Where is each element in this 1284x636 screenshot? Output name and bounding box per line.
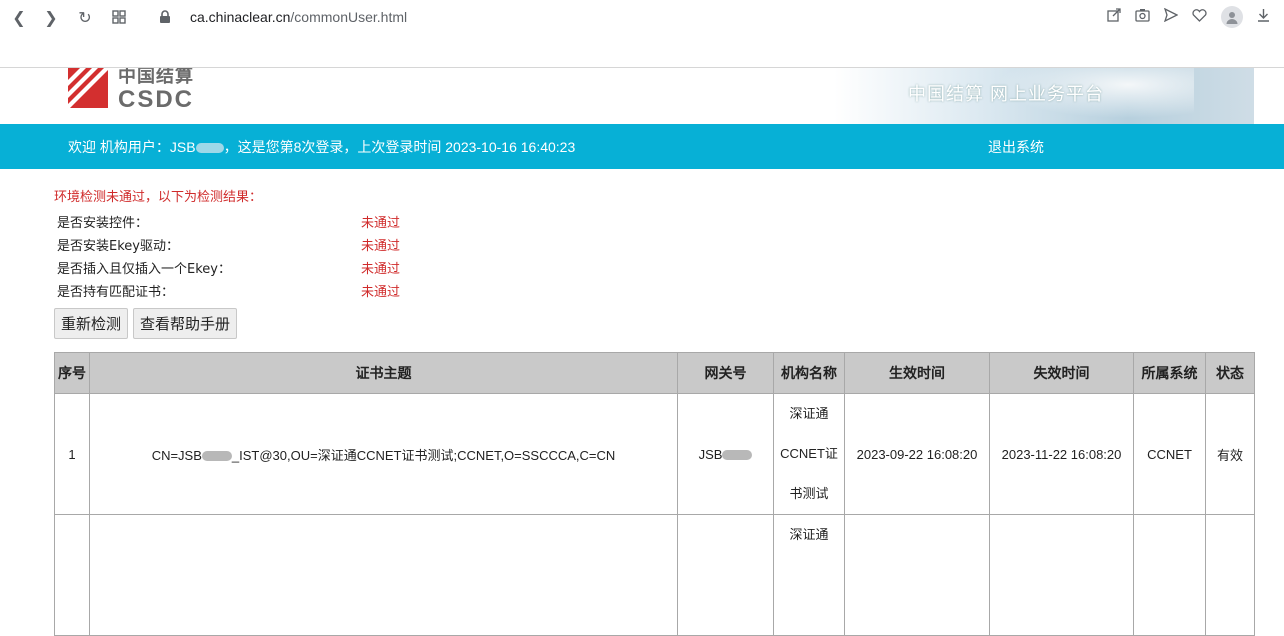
welcome-bar: 欢迎 机构用户：JSB ，这是您第8次登录，上次登录时间 2023-10-16 1… [0, 124, 1284, 169]
cell-subject [89, 514, 678, 636]
redacted-gateway [722, 450, 753, 461]
apps-grid-icon[interactable] [108, 6, 130, 28]
table-row[interactable]: 深证通 [54, 514, 1255, 636]
header-index: 序号 [54, 352, 90, 394]
gateway-prefix: JSB [698, 446, 723, 462]
check-value-ekey-inserted: 未通过 [361, 262, 401, 277]
header-subject: 证书主题 [89, 352, 678, 394]
download-icon[interactable] [1257, 8, 1270, 26]
check-value-control: 未通过 [361, 216, 401, 231]
check-value-certificate: 未通过 [361, 285, 401, 300]
header-org: 机构名称 [773, 352, 845, 394]
subject-suffix: _IST@30,OU=深证通CCNET证书测试;CCNET,O=SSCCCA,C… [231, 447, 616, 463]
cell-subject: CN=JSB _IST@30,OU=深证通CCNET证书测试;CCNET,O=SS… [89, 393, 678, 515]
logout-link[interactable]: 退出系统 [988, 137, 1044, 157]
table-row[interactable]: 1 CN=JSB _IST@30,OU=深证通CCNET证书测试;CCNET,O=… [54, 393, 1255, 515]
profile-avatar-icon[interactable] [1221, 6, 1243, 28]
cell-org: 深证通 CCNET证 书测试 [773, 393, 845, 515]
banner-title: 中国结算 网上业务平台 [908, 84, 1104, 104]
cell-org: 深证通 [773, 514, 845, 636]
check-label-ekey-inserted: 是否插入且仅插入一个Ekey： [57, 262, 231, 277]
camera-icon[interactable] [1135, 8, 1150, 26]
site-header: 中国结算 网上业务平台 中国结算 CSDC [54, 68, 1254, 124]
cell-status: 有效 [1205, 393, 1255, 515]
heart-icon[interactable] [1192, 8, 1207, 26]
header-status: 状态 [1205, 352, 1255, 394]
org-line-1: 深证通 [789, 527, 829, 542]
welcome-message: 欢迎 机构用户：JSB ，这是您第8次登录，上次登录时间 2023-10-16 1… [68, 137, 575, 157]
reload-icon[interactable]: ↻ [74, 6, 96, 28]
share-icon[interactable] [1107, 8, 1121, 26]
lock-icon[interactable] [154, 6, 176, 28]
check-label-certificate: 是否持有匹配证书： [57, 285, 175, 300]
org-line-1: 深证通 [789, 406, 829, 421]
recheck-button[interactable]: 重新检测 [54, 308, 129, 339]
logo-en-text: CSDC [118, 86, 195, 113]
back-icon[interactable]: ❮ [8, 6, 30, 28]
welcome-suffix: ，这是您第8次登录，上次登录时间 2023-10-16 16:40:23 [223, 139, 576, 155]
send-icon[interactable] [1163, 7, 1179, 26]
cell-index: 1 [54, 393, 90, 515]
redacted-subject [201, 451, 232, 462]
env-check-title: 环境检测未通过，以下为检测结果： [54, 190, 263, 205]
cell-gateway [677, 514, 774, 636]
redacted-username [195, 143, 224, 154]
address-bar[interactable]: ca.chinaclear.cn/commonUser.html [190, 6, 407, 28]
forward-icon[interactable]: ❯ [40, 6, 62, 28]
welcome-prefix: 欢迎 机构用户：JSB [68, 139, 196, 155]
url-host: ca.chinaclear.cn [190, 9, 291, 25]
check-label-ekey-driver: 是否安装Ekey驱动： [57, 239, 179, 254]
cell-start [844, 514, 990, 636]
table-header-row: 序号 证书主题 网关号 机构名称 生效时间 失效时间 所属系统 状态 [54, 352, 1255, 394]
org-line-2: CCNET证 [780, 446, 838, 461]
org-line-3: 书测试 [789, 486, 829, 501]
url-path: /commonUser.html [290, 9, 408, 25]
cell-system [1133, 514, 1206, 636]
cell-end [989, 514, 1134, 636]
check-value-ekey-driver: 未通过 [361, 239, 401, 254]
cell-index [54, 514, 90, 636]
toolbar-icons [1107, 6, 1270, 28]
cell-end: 2023-11-22 16:08:20 [989, 393, 1134, 515]
subject-prefix: CN=JSB [151, 447, 202, 463]
help-manual-button[interactable]: 查看帮助手册 [133, 308, 238, 339]
logo-cn-text: 中国结算 [118, 68, 194, 87]
browser-chrome: ❮ ❯ ↻ ca.chinaclear.cn/commonUser.html [0, 0, 1284, 68]
cell-gateway: JSB [677, 393, 774, 515]
header-system: 所属系统 [1133, 352, 1206, 394]
cell-status [1205, 514, 1255, 636]
csdc-logo-mark-icon [68, 68, 108, 108]
header-end: 失效时间 [989, 352, 1134, 394]
certificate-table: 序号 证书主题 网关号 机构名称 生效时间 失效时间 所属系统 状态 1 CN=… [54, 352, 1255, 636]
cell-system: CCNET [1133, 393, 1206, 515]
header-start: 生效时间 [844, 352, 990, 394]
check-label-control: 是否安装控件： [57, 216, 149, 231]
header-gateway: 网关号 [677, 352, 774, 394]
csdc-logo[interactable]: 中国结算 CSDC [68, 68, 194, 112]
cell-start: 2023-09-22 16:08:20 [844, 393, 990, 515]
